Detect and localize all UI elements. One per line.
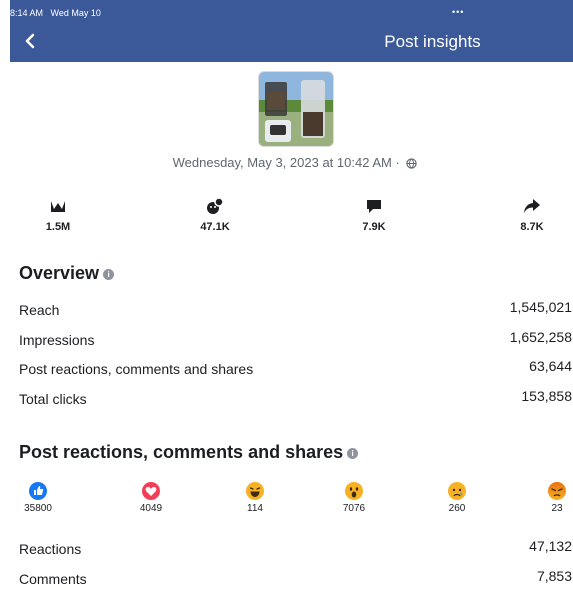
reaction-count: 260 bbox=[448, 503, 466, 514]
stats-summary: 1.5M 47.1K 7.9K 8.7K bbox=[0, 197, 573, 241]
wow-icon bbox=[345, 482, 363, 500]
like-icon bbox=[29, 482, 47, 500]
reaction-count: 114 bbox=[247, 503, 263, 514]
row-value: 1,545,021 bbox=[509, 299, 572, 315]
overview-row-reach: Reach 1,545,021 bbox=[19, 299, 572, 322]
row-label: Total clicks bbox=[19, 391, 87, 407]
reaction-angry: 23 bbox=[527, 482, 573, 514]
stat-reactions[interactable]: 47.1K bbox=[175, 197, 255, 233]
overview-row-engagement: Post reactions, comments and shares 63,6… bbox=[19, 358, 572, 381]
reaction-count: 35800 bbox=[24, 503, 52, 514]
reaction-sad: 260 bbox=[427, 482, 487, 514]
comment-icon bbox=[365, 197, 383, 215]
row-label: Post reactions, comments and shares bbox=[19, 361, 254, 377]
status-date: Wed May 10 bbox=[50, 8, 101, 18]
row-label: Reactions bbox=[19, 541, 82, 557]
post-date-text: Wednesday, May 3, 2023 at 10:42 AM · bbox=[172, 155, 400, 170]
multitask-dots[interactable]: ••• bbox=[452, 7, 464, 17]
nav-bar: Post insights bbox=[10, 22, 573, 62]
reaction-love: 4049 bbox=[121, 482, 181, 514]
globe-icon bbox=[406, 157, 418, 172]
share-icon bbox=[523, 197, 541, 215]
engagement-row-comments: Comments 7,853 bbox=[19, 568, 572, 590]
haha-icon bbox=[246, 482, 264, 500]
status-time: 8:14 AM Wed May 10 bbox=[10, 8, 101, 18]
row-label: Impressions bbox=[19, 332, 95, 348]
overview-row-impressions: Impressions 1,652,258 bbox=[19, 329, 572, 352]
reactions-icon bbox=[206, 197, 224, 215]
row-value: 153,858 bbox=[521, 388, 572, 404]
reaction-breakdown: 35800 4049 114 7076 260 23 bbox=[0, 482, 573, 522]
reaction-wow: 7076 bbox=[324, 482, 384, 514]
reaction-count: 23 bbox=[551, 503, 563, 514]
engagement-heading: Post reactions, comments and shares i bbox=[19, 442, 359, 463]
row-value: 47,132 bbox=[529, 538, 572, 554]
overview-title: Overview bbox=[19, 263, 100, 283]
status-bar: 8:14 AM Wed May 10 ••• bbox=[10, 0, 573, 22]
reaction-haha: 114 bbox=[225, 482, 285, 514]
sad-icon bbox=[448, 482, 466, 500]
row-value: 7,853 bbox=[536, 568, 572, 584]
row-label: Reach bbox=[19, 302, 60, 318]
reach-icon bbox=[49, 197, 67, 215]
love-icon bbox=[142, 482, 160, 500]
stat-reach[interactable]: 1.5M bbox=[18, 197, 98, 233]
status-clock: 8:14 AM bbox=[10, 8, 44, 18]
row-value: 1,652,258 bbox=[509, 329, 572, 345]
row-label: Comments bbox=[19, 571, 87, 587]
post-date: Wednesday, May 3, 2023 at 10:42 AM · bbox=[0, 155, 573, 172]
info-icon[interactable]: i bbox=[103, 269, 115, 280]
chevron-left-icon[interactable] bbox=[19, 30, 41, 52]
stat-value: 47.1K bbox=[200, 221, 230, 233]
page-title: Post insights bbox=[384, 32, 481, 51]
engagement-title: Post reactions, comments and shares bbox=[19, 442, 344, 462]
reaction-count: 4049 bbox=[139, 503, 163, 514]
engagement-row-reactions: Reactions 47,132 bbox=[19, 538, 572, 561]
stat-comments[interactable]: 7.9K bbox=[334, 197, 414, 233]
row-value: 63,644 bbox=[529, 358, 572, 374]
post-thumbnail[interactable] bbox=[258, 71, 334, 147]
overview-row-clicks: Total clicks 153,858 bbox=[19, 388, 572, 411]
stat-value: 8.7K bbox=[520, 221, 544, 233]
reaction-like: 35800 bbox=[8, 482, 68, 514]
stat-shares[interactable]: 8.7K bbox=[492, 197, 572, 233]
overview-heading: Overview i bbox=[19, 263, 115, 284]
info-icon[interactable]: i bbox=[347, 448, 359, 459]
stat-value: 7.9K bbox=[362, 221, 386, 233]
angry-icon bbox=[548, 482, 566, 500]
stat-value: 1.5M bbox=[45, 221, 71, 233]
reaction-count: 7076 bbox=[342, 503, 366, 514]
